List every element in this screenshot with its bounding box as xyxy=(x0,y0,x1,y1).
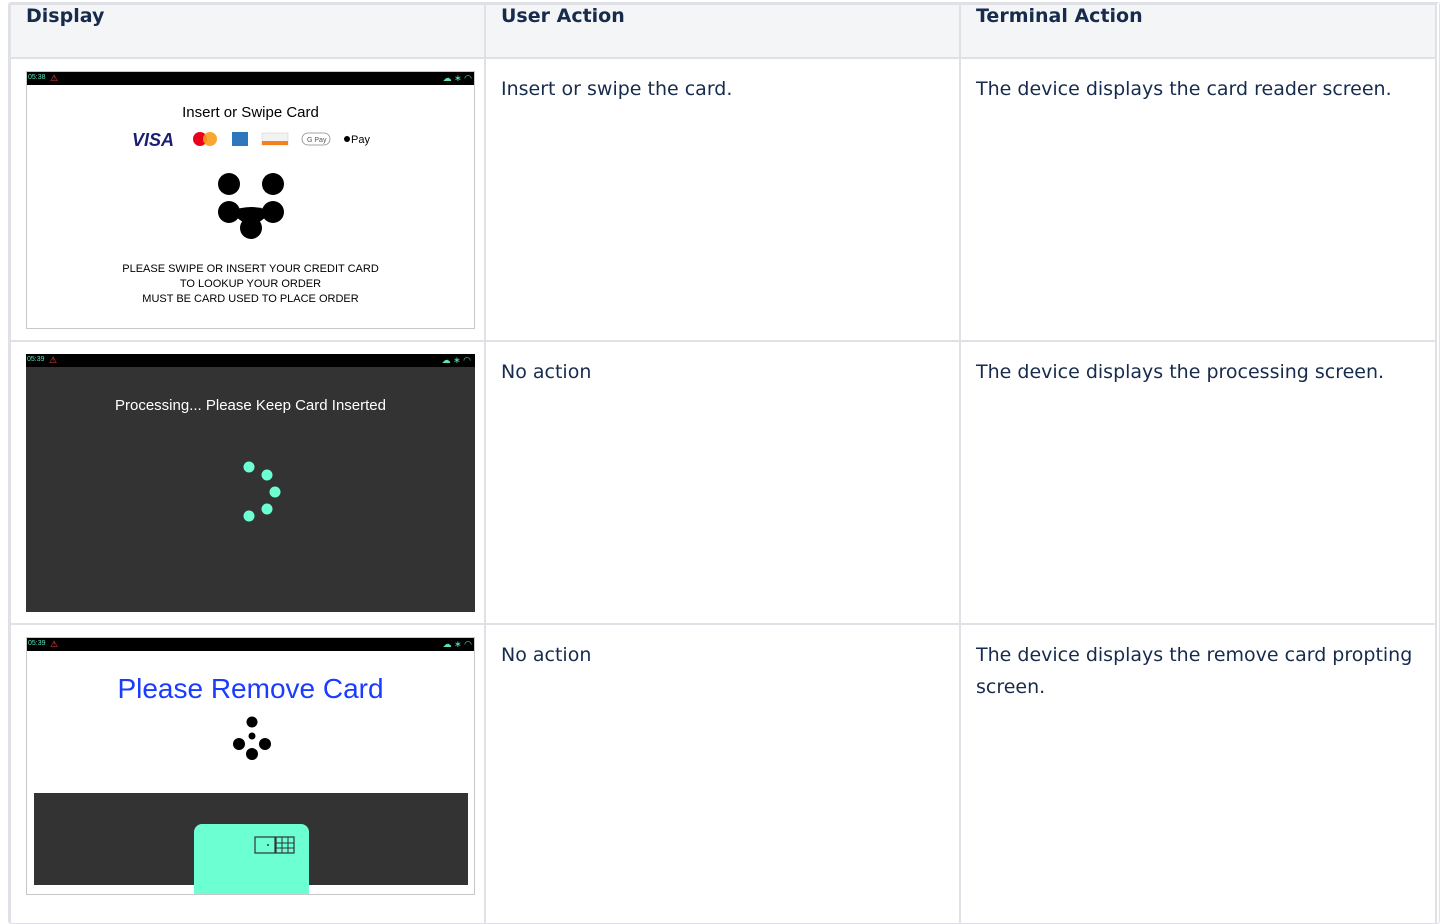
status-icons: ☁ ∗ ◠ xyxy=(442,355,471,366)
status-time: 05:39 xyxy=(28,640,46,647)
bluetooth-icon: ∗ xyxy=(454,639,462,649)
device-status-bar: 05:39 ⚠ ☁ ∗ ◠ xyxy=(26,354,475,367)
table-row: 05:39 ⚠ ☁ ∗ ◠ Processing... Please Keep … xyxy=(9,340,1437,625)
status-icons: ☁ ∗ ◠ xyxy=(443,639,472,650)
cloud-icon: ☁ xyxy=(442,73,452,83)
svg-text:G Pay: G Pay xyxy=(307,137,327,144)
mastercard-logo xyxy=(193,132,217,146)
wifi-icon: ◠ xyxy=(463,355,471,365)
warning-icon: ⚠ xyxy=(49,355,58,365)
screen-title: Processing... Please Keep Card Inserted xyxy=(115,397,386,414)
header-user-action: User Action xyxy=(484,3,961,59)
card-reader-logo xyxy=(233,716,271,760)
display-cell: 05:39 ⚠ ☁ ∗ ◠ Processing... Please Keep … xyxy=(9,340,486,625)
chip-card-icon xyxy=(194,824,309,894)
chip-icon xyxy=(254,836,295,854)
header-terminal-action: Terminal Action xyxy=(959,3,1437,59)
spinner-icon xyxy=(243,461,281,522)
card-reader-screenshot: 05:38 ⚠ ☁ ∗ ◠ Insert or Swipe Card VISA … xyxy=(26,71,475,329)
header-display: Display xyxy=(9,3,486,59)
remove-card-screenshot: 05:39 ⚠ ☁ ∗ ◠ Please Remove Card xyxy=(26,637,475,895)
terminal-flow-table: Display User Action Terminal Action 05:3… xyxy=(9,3,1437,923)
table-row: 05:39 ⚠ ☁ ∗ ◠ Please Remove Card No acti… xyxy=(9,623,1437,923)
gpay-logo: G Pay xyxy=(301,132,331,146)
user-action-cell: Insert or swipe the card. xyxy=(484,57,961,342)
applepay-logo: Pay xyxy=(344,134,370,146)
status-time: 05:39 xyxy=(27,356,45,363)
status-time: 05:38 xyxy=(28,74,46,81)
device-status-bar: 05:38 ⚠ ☁ ∗ ◠ xyxy=(27,72,474,85)
visa-logo: VISA xyxy=(132,130,174,149)
table-header-row: Display User Action Terminal Action xyxy=(9,3,1437,59)
wifi-icon: ◠ xyxy=(464,73,472,83)
wifi-icon: ◠ xyxy=(464,639,472,649)
status-icons: ☁ ∗ ◠ xyxy=(443,73,472,84)
amex-logo xyxy=(232,132,248,146)
bluetooth-icon: ∗ xyxy=(453,355,461,365)
discover-logo xyxy=(261,132,289,146)
device-status-bar: 05:39 ⚠ ☁ ∗ ◠ xyxy=(27,638,474,651)
terminal-action-cell: The device displays the processing scree… xyxy=(959,340,1437,625)
cloud-icon: ☁ xyxy=(441,355,451,365)
warning-icon: ⚠ xyxy=(50,639,59,649)
terminal-action-cell: The device displays the card reader scre… xyxy=(959,57,1437,342)
processing-screenshot: 05:39 ⚠ ☁ ∗ ◠ Processing... Please Keep … xyxy=(26,354,475,612)
bluetooth-icon: ∗ xyxy=(454,73,462,83)
display-cell: 05:39 ⚠ ☁ ∗ ◠ Please Remove Card xyxy=(9,623,486,923)
instruction-text: PLEASE SWIPE OR INSERT YOUR CREDIT CARD … xyxy=(122,263,379,305)
payment-logos: VISA G Pay Pay xyxy=(132,130,370,149)
svg-text:Pay: Pay xyxy=(351,134,370,146)
display-cell: 05:38 ⚠ ☁ ∗ ◠ Insert or Swipe Card VISA … xyxy=(9,57,486,342)
screen-title: Please Remove Card xyxy=(117,673,384,704)
table-row: 05:38 ⚠ ☁ ∗ ◠ Insert or Swipe Card VISA … xyxy=(9,57,1437,342)
doc-table-container: Display User Action Terminal Action 05:3… xyxy=(8,2,1440,924)
warning-icon: ⚠ xyxy=(50,73,59,83)
user-action-cell: No action xyxy=(484,623,961,923)
user-action-cell: No action xyxy=(484,340,961,625)
terminal-action-cell: The device displays the remove card prop… xyxy=(959,623,1437,923)
cloud-icon: ☁ xyxy=(442,639,452,649)
card-reader-logo xyxy=(218,173,284,239)
screen-title: Insert or Swipe Card xyxy=(182,104,319,121)
